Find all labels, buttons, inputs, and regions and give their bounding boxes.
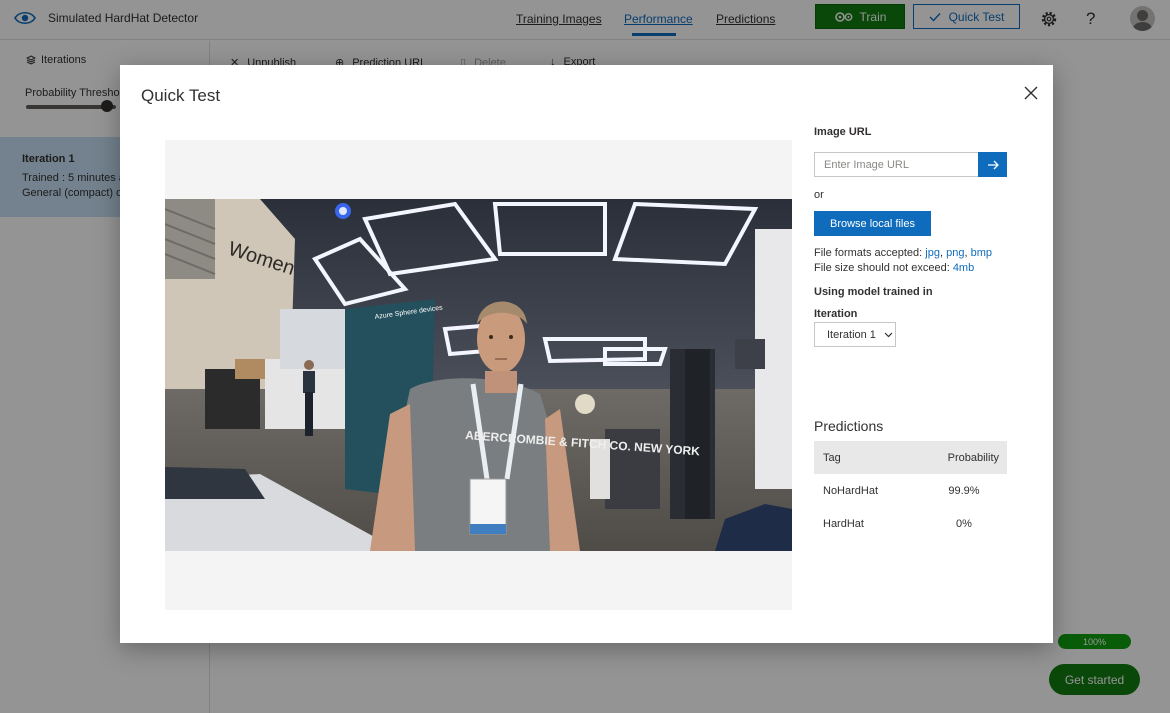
prediction-tag: NoHardHat: [823, 484, 879, 497]
file-size-limit: 4mb: [952, 262, 975, 274]
predictions-table-header: Tag Probability: [814, 441, 1007, 474]
file-formats-prefix: File formats accepted:: [814, 247, 926, 259]
table-row: NoHardHat 99.9%: [814, 474, 1007, 507]
format-png: png: [946, 247, 965, 259]
image-url-input[interactable]: [814, 152, 979, 177]
probability-column-header: Probability: [947, 451, 999, 464]
prediction-probability: 99.9%: [948, 484, 980, 497]
predictions-heading: Predictions: [814, 418, 884, 434]
browse-local-files-button[interactable]: Browse local files: [814, 211, 931, 236]
arrow-right-icon: [987, 160, 999, 169]
predictions-table: Tag Probability NoHardHat 99.9% HardHat …: [814, 441, 1007, 540]
quick-test-dialog: Quick Test Women Azure Sphere devices AB…: [120, 65, 1053, 643]
image-preview-area: Women Azure Sphere devices ABERCROMBIE &…: [165, 140, 792, 610]
file-size-prefix: File size should not exceed:: [814, 262, 953, 274]
test-photo: Women Azure Sphere devices ABERCROMBIE &…: [165, 199, 792, 551]
dialog-title: Quick Test: [141, 86, 221, 105]
file-size-text: File size should not exceed: 4mb: [814, 262, 974, 274]
format-jpg: jpg: [925, 247, 940, 259]
prediction-probability: 0%: [956, 517, 972, 530]
submit-url-button[interactable]: [978, 152, 1007, 177]
file-formats-text: File formats accepted: jpg, png, bmp: [814, 247, 992, 259]
prediction-tag: HardHat: [823, 517, 864, 530]
iteration-select-label: Iteration: [814, 308, 858, 320]
format-bmp: bmp: [970, 247, 992, 259]
table-row: HardHat 0%: [814, 507, 1007, 540]
model-label: Using model trained in: [814, 286, 933, 298]
tag-column-header: Tag: [823, 451, 841, 464]
iteration-dropdown-value: Iteration 1: [827, 328, 876, 341]
image-url-label: Image URL: [814, 126, 872, 138]
test-image: Women Azure Sphere devices ABERCROMBIE &…: [165, 199, 792, 551]
chevron-down-icon: [884, 332, 893, 337]
or-label: or: [814, 189, 824, 201]
close-icon[interactable]: [1023, 85, 1039, 101]
iteration-dropdown[interactable]: Iteration 1: [814, 322, 896, 347]
